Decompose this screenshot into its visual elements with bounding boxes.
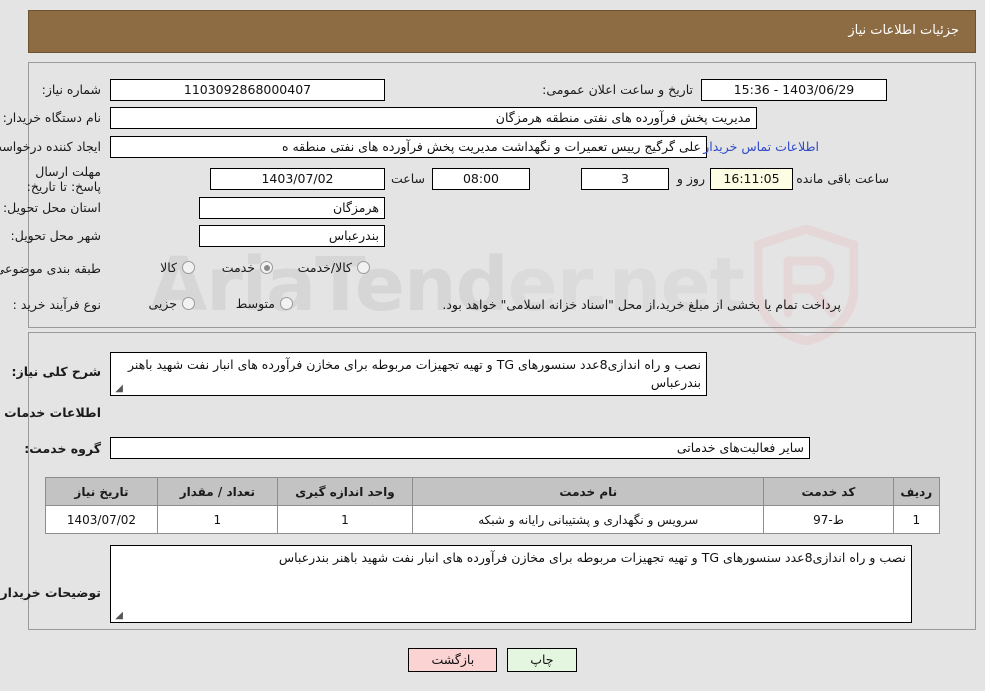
service-group-label: گروه خدمت: [24,441,101,456]
remaining-time-countdown: 16:11:05 [710,168,793,190]
cell-need-date: 1403/07/02 [45,505,158,534]
remaining-days-value: 3 [581,168,669,190]
radio-kala-icon[interactable] [182,261,195,274]
remaining-time-suffix-label: ساعت باقی مانده [796,171,889,186]
delivery-province-label: استان محل تحویل: [2,200,101,215]
subject-category-label: طبقه بندی موضوعی: [0,261,101,276]
page-header-bar: جزئیات اطلاعات نیاز [28,10,976,53]
radio-jozei-icon[interactable] [182,297,195,310]
announce-datetime-label: تاریخ و ساعت اعلان عمومی: [542,82,693,97]
radio-kala-khedmat-icon[interactable] [357,261,370,274]
cell-quantity: 1 [156,505,278,534]
delivery-city-label: شهر محل تحویل: [10,228,101,243]
deadline-hour-value: 08:00 [432,168,530,190]
buyer-org-label: نام دستگاه خریدار: [2,110,101,125]
cell-service-name: سرویس و نگهداری و پشتیبانی رایانه و شبکه [412,505,765,534]
table-header-row: ردیف کد خدمت نام خدمت واحد اندازه گیری ت… [45,477,941,506]
category-option-kala-label: کالا [160,260,177,275]
table-row: 1 ط-97 سرویس و نگهداری و پشتیبانی رایانه… [45,505,941,534]
radio-motevaset-icon[interactable] [280,297,293,310]
category-option-khedmat-label: خدمت [221,260,255,275]
col-header-quantity: تعداد / مقدار [156,477,278,506]
need-number-value: 1103092868000407 [110,79,385,101]
services-table: ردیف کد خدمت نام خدمت واحد اندازه گیری ت… [45,477,941,534]
request-creator-value: علی گرگیج رییس تعمیرات و نگهداشت مدیریت … [110,136,707,158]
col-header-service-code: کد خدمت [763,477,894,506]
announce-datetime-value: 1403/06/29 - 15:36 [701,79,887,101]
buyer-contact-link[interactable]: اطلاعات تماس خریدار [703,139,819,154]
col-header-unit: واحد اندازه گیری [276,477,414,506]
deadline-date-value: 1403/07/02 [210,168,385,190]
process-option-motevaset[interactable]: متوسط [236,296,293,311]
col-header-service-name: نام خدمت [412,477,765,506]
page-root: AriaTender.net جزئیات اطلاعات نیاز شماره… [0,0,985,691]
deadline-hour-label: ساعت [390,171,425,186]
category-option-khedmat[interactable]: خدمت [222,260,273,275]
cell-row-no: 1 [892,505,941,534]
category-option-kala[interactable]: کالا [160,260,195,275]
remaining-days-label: روز و [676,171,705,186]
cell-unit: 1 [276,505,414,534]
service-group-value: سایر فعالیت‌های خدماتی [110,437,810,459]
col-header-need-date: تاریخ نیاز [45,477,158,506]
back-button[interactable]: بازگشت [408,648,498,672]
buyer-notes-label: توضیحات خریدار: [0,585,101,600]
action-buttons: بازگشت چاپ [0,648,985,672]
col-header-row-no: ردیف [892,477,941,506]
request-creator-label: ایجاد کننده درخواست: [0,139,101,154]
treasury-bond-note: پرداخت تمام یا بخشی از مبلغ خرید،از محل … [442,297,841,312]
resize-grip-icon[interactable]: ◢ [113,611,123,621]
delivery-city-value: بندرعباس [199,225,385,247]
category-option-kala-khedmat[interactable]: کالا/خدمت [298,260,370,275]
response-deadline-label: مهلت ارسال پاسخ: تا تاریخ: [26,164,101,194]
delivery-province-value: هرمزگان [199,197,385,219]
category-option-kala-khedmat-label: کالا/خدمت [297,260,352,275]
process-option-motevaset-label: متوسط [235,296,275,311]
need-summary-label: شرح کلی نیاز: [11,364,101,379]
buyer-org-value: مدیریت پخش فرآورده های نفتی منطقه هرمزگا… [110,107,757,129]
need-summary-value: نصب و راه اندازی8عدد سنسورهای TG و تهیه … [110,352,707,396]
resize-grip-icon[interactable]: ◢ [113,384,123,394]
buyer-notes-value: نصب و راه اندازی8عدد سنسورهای TG و تهیه … [110,545,912,623]
need-number-label: شماره نیاز: [41,82,101,97]
print-button[interactable]: چاپ [507,648,577,672]
cell-service-code: ط-97 [763,505,894,534]
process-option-jozei[interactable]: جزیی [148,296,195,311]
process-option-jozei-label: جزیی [148,296,177,311]
radio-khedmat-icon[interactable] [260,261,273,274]
services-section-heading: اطلاعات خدمات مورد نیاز [0,405,101,420]
need-info-panel [28,62,976,328]
purchase-process-label: نوع فرآیند خرید : [12,297,101,312]
page-title: جزئیات اطلاعات نیاز [848,23,959,38]
